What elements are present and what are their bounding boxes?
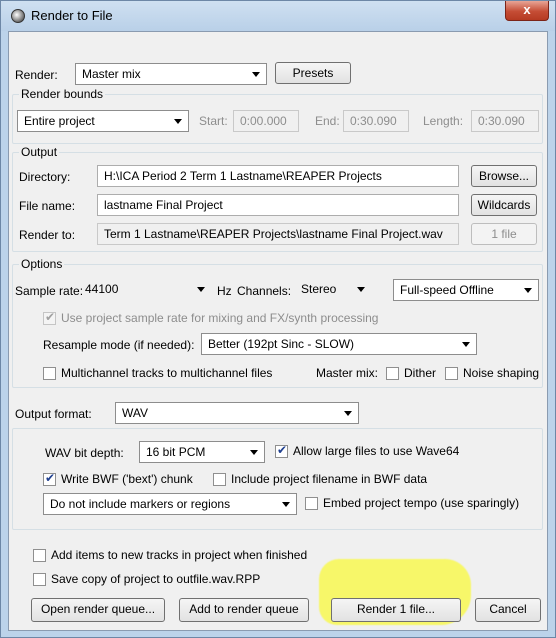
channels-select[interactable]: Stereo	[299, 279, 371, 301]
render-source-value: Master mix	[82, 67, 141, 81]
save-copy-label: Save copy of project to outfile.wav.RPP	[51, 572, 261, 586]
end-label: End:	[315, 114, 340, 128]
chevron-down-icon	[282, 502, 290, 507]
close-button[interactable]: x	[505, 1, 549, 21]
chevron-down-icon	[250, 450, 258, 455]
render-speed-value: Full-speed Offline	[400, 283, 494, 297]
include-filename-label: Include project filename in BWF data	[231, 472, 428, 486]
chevron-down-icon	[252, 72, 260, 77]
bounds-value: Entire project	[24, 114, 95, 128]
end-field[interactable]: 0:30.090	[343, 110, 409, 132]
chevron-down-icon	[197, 287, 205, 292]
chevron-down-icon	[357, 287, 365, 292]
output-title: Output	[19, 145, 60, 159]
render-to-label: Render to:	[19, 228, 76, 242]
sample-rate-label: Sample rate:	[15, 284, 84, 298]
cancel-button[interactable]: Cancel	[475, 598, 541, 622]
window-title: Render to File	[31, 8, 113, 23]
directory-field[interactable]: H:\ICA Period 2 Term 1 Lastname\REAPER P…	[97, 165, 459, 187]
sample-rate-select[interactable]: 44100	[83, 279, 211, 301]
add-to-render-queue-button[interactable]: Add to render queue	[179, 598, 309, 622]
options-title: Options	[19, 257, 65, 271]
bit-depth-select[interactable]: 16 bit PCM	[139, 441, 265, 463]
bwf-label: Write BWF ('bext') chunk	[61, 472, 193, 486]
save-copy-checkbox[interactable]	[33, 573, 46, 586]
markers-value: Do not include markers or regions	[50, 497, 231, 511]
wildcards-button[interactable]: Wildcards	[471, 194, 537, 216]
render-dialog-window: Render to File x Render: Master mix Pres…	[0, 0, 556, 638]
render-speed-select[interactable]: Full-speed Offline	[393, 279, 539, 301]
browse-button[interactable]: Browse...	[471, 165, 537, 187]
embed-tempo-label: Embed project tempo (use sparingly)	[323, 496, 520, 510]
render-source-select[interactable]: Master mix	[75, 63, 267, 85]
output-format-select[interactable]: WAV	[115, 402, 359, 424]
reaper-app-icon	[11, 9, 25, 23]
filename-label: File name:	[19, 199, 76, 213]
use-project-rate-label: Use project sample rate for mixing and F…	[61, 311, 379, 325]
use-project-rate-checkbox[interactable]	[43, 310, 56, 325]
chevron-down-icon	[462, 342, 470, 347]
length-label: Length:	[423, 114, 464, 128]
embed-tempo-checkbox[interactable]	[305, 497, 318, 510]
render-button[interactable]: Render 1 file...	[331, 598, 461, 622]
dither-label: Dither	[404, 366, 437, 380]
sample-rate-value: 44100	[85, 282, 119, 296]
hz-label: Hz	[217, 284, 232, 298]
filename-field[interactable]: lastname Final Project	[97, 194, 459, 216]
directory-label: Directory:	[19, 170, 71, 184]
add-items-checkbox[interactable]	[33, 549, 46, 562]
output-format-value: WAV	[122, 406, 148, 420]
multichannel-label: Multichannel tracks to multichannel file…	[61, 366, 273, 380]
dither-checkbox[interactable]	[386, 367, 399, 380]
bwf-checkbox[interactable]	[43, 471, 56, 486]
presets-button[interactable]: Presets	[275, 62, 351, 84]
resample-value: Better (192pt Sinc - SLOW)	[208, 337, 355, 351]
large-files-label: Allow large files to use Wave64	[293, 444, 460, 458]
title-bar[interactable]: Render to File x	[1, 1, 555, 31]
file-count-button[interactable]: 1 file	[471, 223, 537, 245]
dialog-body: Render: Master mix Presets Render bounds…	[8, 31, 548, 631]
chevron-down-icon	[344, 411, 352, 416]
resample-select[interactable]: Better (192pt Sinc - SLOW)	[201, 333, 477, 355]
master-mix-label: Master mix:	[316, 366, 379, 380]
bit-depth-value: 16 bit PCM	[146, 445, 206, 459]
include-filename-checkbox[interactable]	[213, 473, 226, 486]
noise-shaping-label: Noise shaping	[463, 366, 540, 380]
output-format-label: Output format:	[15, 407, 92, 421]
bounds-select[interactable]: Entire project	[17, 110, 189, 132]
chevron-down-icon	[174, 119, 182, 124]
start-field[interactable]: 0:00.000	[233, 110, 299, 132]
length-field[interactable]: 0:30.090	[471, 110, 539, 132]
resample-label: Resample mode (if needed):	[43, 338, 195, 352]
markers-select[interactable]: Do not include markers or regions	[43, 493, 297, 515]
render-to-field: Term 1 Lastname\REAPER Projects\lastname…	[97, 223, 459, 245]
add-items-label: Add items to new tracks in project when …	[51, 548, 308, 562]
large-files-checkbox[interactable]	[275, 443, 288, 458]
noise-shaping-checkbox[interactable]	[445, 367, 458, 380]
open-render-queue-button[interactable]: Open render queue...	[31, 598, 165, 622]
channels-value: Stereo	[301, 282, 337, 296]
render-label: Render:	[15, 68, 58, 82]
channels-label: Channels:	[237, 284, 292, 298]
chevron-down-icon	[524, 288, 532, 293]
multichannel-checkbox[interactable]	[43, 367, 56, 380]
bit-depth-label: WAV bit depth:	[45, 446, 124, 460]
start-label: Start:	[199, 114, 228, 128]
render-bounds-title: Render bounds	[19, 87, 106, 101]
